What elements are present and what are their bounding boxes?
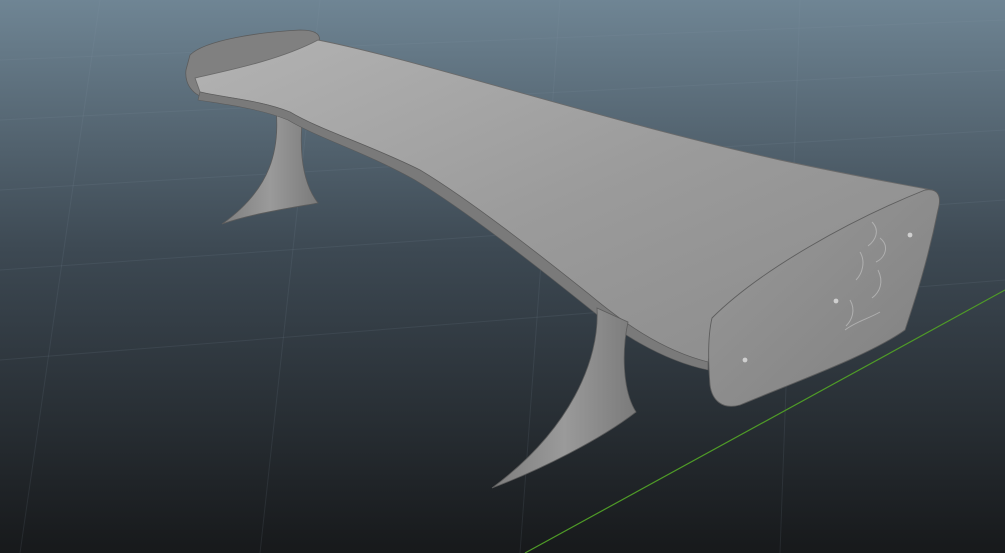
endplate-bolt	[742, 357, 748, 363]
3d-viewport[interactable]	[0, 0, 1005, 553]
viewport-canvas[interactable]	[0, 0, 1005, 553]
endplate-bolt	[833, 298, 839, 304]
endplate-bolt	[907, 232, 913, 238]
